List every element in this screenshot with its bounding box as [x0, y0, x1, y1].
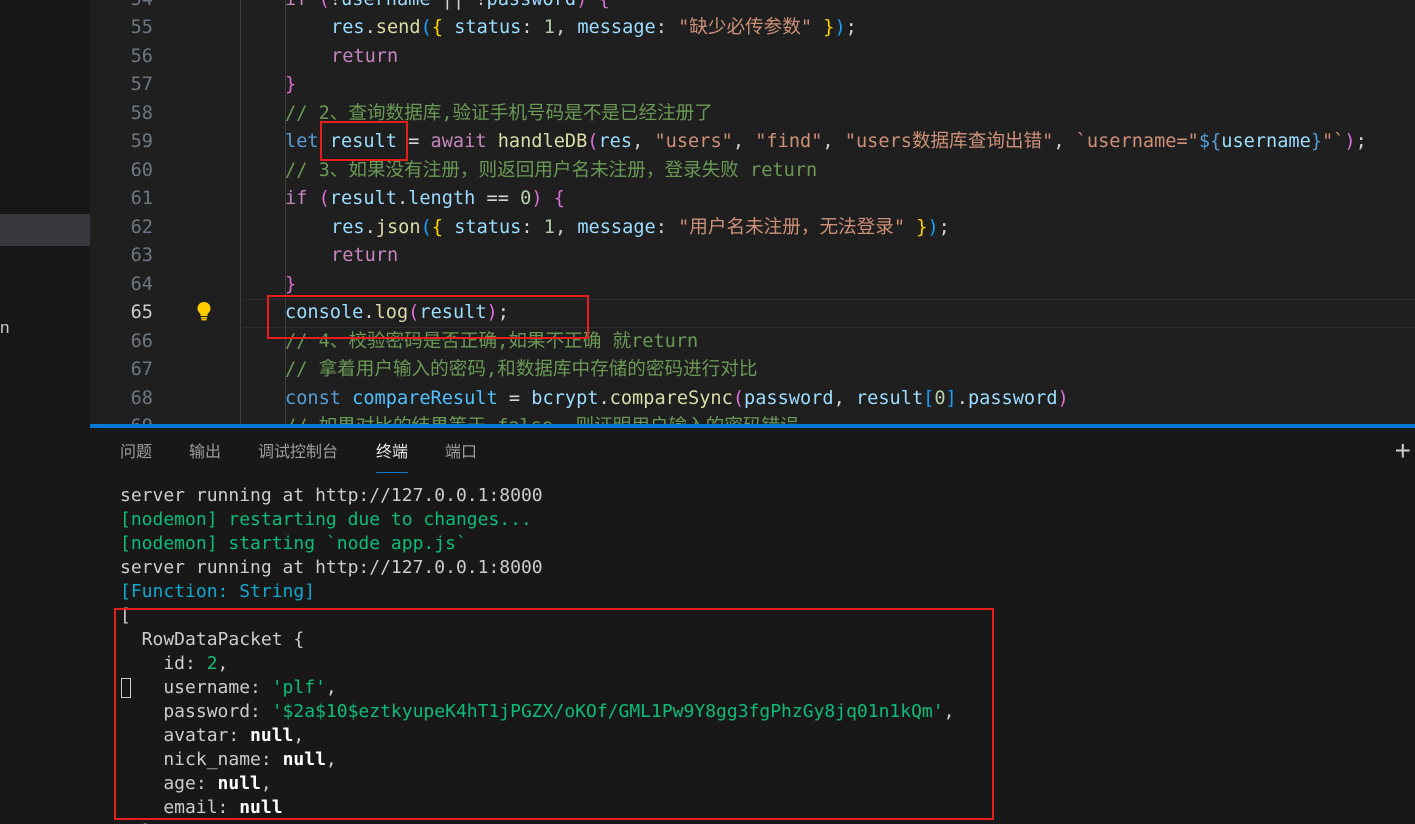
line-number: 66: [130, 330, 153, 352]
line-number: 58: [130, 102, 153, 124]
line-number: 59: [130, 131, 153, 152]
terminal-line: server running at http://127.0.0.1:8000: [120, 557, 543, 578]
code-line[interactable]: 57}: [90, 71, 1415, 100]
code-text: if (!username || !password) {: [285, 0, 610, 14]
line-number: 56: [130, 45, 153, 67]
terminal-line: }: [120, 820, 153, 824]
terminal-line: [Function: String]: [120, 581, 316, 602]
line-number: 67: [130, 359, 153, 380]
highlight-box-result: [320, 121, 408, 161]
code-editor[interactable]: 54 if (!username || !password) { 55 res.sen…: [90, 0, 1415, 424]
code-text: return: [331, 45, 399, 67]
code-line[interactable]: 59 let result = await handleDB(res, "user…: [90, 128, 1415, 157]
sidebar-selected-item[interactable]: [0, 214, 90, 246]
terminal-line: server running at http://127.0.0.1:8000: [120, 485, 543, 506]
line-number: 65: [130, 302, 153, 323]
activity-sidebar: n: [0, 0, 90, 824]
code-line[interactable]: 54 if (!username || !password) {: [90, 0, 1415, 14]
tab-debug-console[interactable]: 调试控制台: [258, 442, 338, 472]
new-terminal-button[interactable]: +: [1395, 436, 1411, 466]
tab-ports[interactable]: 端口: [445, 442, 477, 472]
code-text: if (result.length == 0) {: [285, 188, 565, 209]
code-line[interactable]: 60// 3、如果没有注册，则返回用户名未注册，登录失败 return: [90, 157, 1415, 186]
line-number: 68: [130, 387, 153, 409]
terminal-line: [nodemon] starting `node app.js`: [120, 533, 467, 554]
code-line[interactable]: 69 // 如果对比的结果等于 false, 则证明用户输入的密码错误: [90, 413, 1415, 424]
tab-terminal[interactable]: 终端: [376, 442, 409, 473]
code-text: return: [331, 245, 399, 266]
code-text: let result = await handleDB(res, "users"…: [285, 131, 1367, 152]
code-text: res.send({ status: 1, message: "缺少必传参数" …: [331, 17, 857, 38]
code-line[interactable]: 56 return: [90, 43, 1415, 72]
code-line[interactable]: 58// 2、查询数据库,验证手机号码是不是已经注册了: [90, 100, 1415, 129]
code-text: // 如果对比的结果等于 false, 则证明用户输入的密码错误: [285, 413, 799, 424]
bottom-panel: 问题 输出 调试控制台 终端 端口 + server running at ht…: [90, 424, 1415, 824]
line-number: 54: [90, 0, 153, 14]
line-number: 55: [130, 17, 153, 38]
code-text: // 拿着用户输入的密码,和数据库中存储的密码进行对比: [285, 359, 758, 380]
line-number: 63: [130, 245, 153, 266]
line-number: 62: [130, 216, 153, 238]
code-text: const compareResult = bcrypt.compareSync…: [285, 387, 1069, 409]
line-number: 61: [130, 188, 153, 209]
line-number: 64: [130, 273, 153, 295]
code-line[interactable]: 61 if (result.length == 0) {: [90, 185, 1415, 214]
highlight-box-console-log: [267, 295, 589, 339]
code-text: }: [285, 74, 297, 95]
sidebar-item-fragment[interactable]: n: [0, 318, 9, 338]
highlight-box-terminal: [114, 608, 994, 820]
terminal-line: [nodemon] restarting due to changes...: [120, 509, 532, 530]
code-line[interactable]: 63 return: [90, 242, 1415, 271]
line-number: 69: [90, 413, 153, 424]
code-line[interactable]: 55 res.send({ status: 1, message: "缺少必传参数…: [90, 14, 1415, 43]
tab-problems[interactable]: 问题: [120, 442, 152, 472]
tab-output[interactable]: 输出: [189, 442, 221, 472]
code-line[interactable]: 67 // 拿着用户输入的密码,和数据库中存储的密码进行对比: [90, 356, 1415, 385]
line-number: 57: [130, 74, 153, 95]
code-line[interactable]: 68 const compareResult = bcrypt.compareSy…: [90, 385, 1415, 414]
lightbulb-icon[interactable]: [196, 301, 212, 321]
line-number: 60: [130, 159, 153, 181]
code-text: res.json({ status: 1, message: "用户名未注册，无…: [331, 216, 950, 238]
code-line[interactable]: 62 res.json({ status: 1, message: "用户名未注册…: [90, 214, 1415, 243]
